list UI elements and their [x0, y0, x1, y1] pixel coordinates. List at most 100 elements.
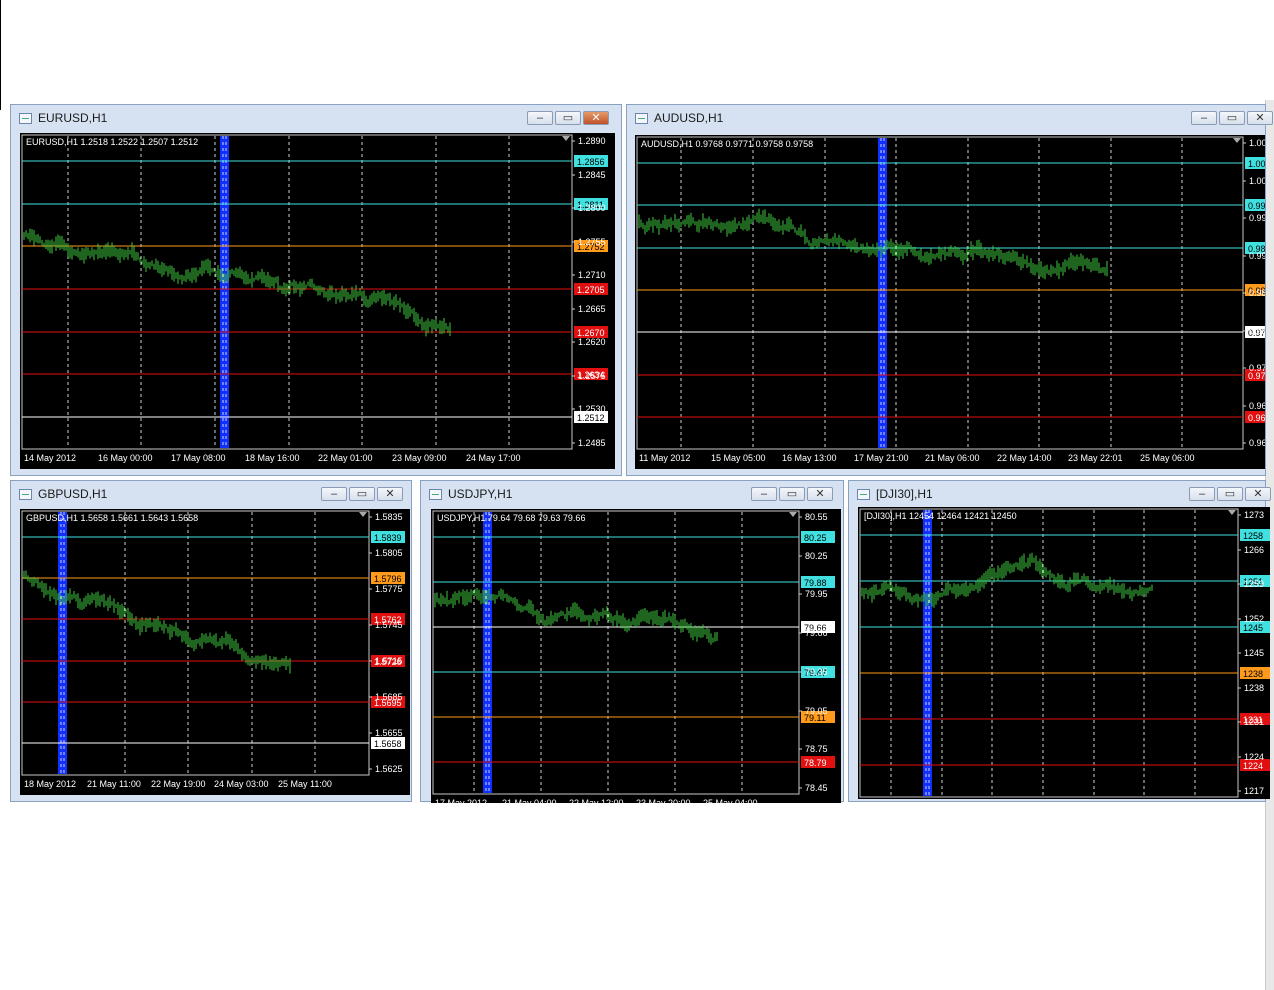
chart-shift-marker[interactable] — [1233, 138, 1241, 143]
y-tick-label: 1.2755 — [578, 237, 606, 247]
x-tick-label: 16 May 13:00 — [782, 453, 837, 463]
ohlc-readout: GBPUSD,H1 1.5658 1.5661 1.5643 1.5658 — [26, 513, 198, 523]
window-titlebar[interactable]: USDJPY,H1 – ▭ ✕ — [421, 481, 843, 507]
y-tick-label: 1.2710 — [578, 270, 606, 280]
price-chart[interactable]: 1.2856 1.2811 1.2752 1.2705 1.2670 1.2634 1.25… — [20, 133, 615, 469]
x-tick-label: 17 May 2012 — [435, 798, 487, 803]
chart-shift-marker[interactable] — [1228, 510, 1236, 515]
y-tick-label: 1259 — [1244, 579, 1264, 589]
window-title: GBPUSD,H1 — [38, 487, 108, 501]
minimize-button[interactable]: – — [527, 111, 553, 125]
y-tick-label: 1.2530 — [578, 404, 606, 414]
y-tick-label: 1224 — [1244, 752, 1264, 762]
y-tick-label: 80.55 — [805, 512, 828, 522]
y-tick-label: 1.5745 — [375, 620, 403, 630]
chart-shift-marker[interactable] — [562, 136, 570, 141]
level-price-label: 1.002 — [1248, 159, 1265, 169]
y-tick-label: 1.5655 — [375, 728, 403, 738]
chart-window-icon — [635, 113, 648, 124]
y-tick-label: 0.980 — [1249, 326, 1265, 336]
chart-canvas[interactable]: 1.28561.28111.27521.27051.26701.26341.25… — [20, 133, 615, 469]
window-titlebar[interactable]: AUDUSD,H1 – ▭ ✕ — [627, 105, 1273, 131]
highlight-band — [58, 512, 67, 774]
y-tick-label: 79.35 — [805, 667, 828, 677]
window-titlebar[interactable]: EURUSD,H1 – ▭ ✕ — [11, 105, 621, 131]
x-tick-label: 18 May 16:00 — [245, 453, 300, 463]
chart-shift-marker[interactable] — [789, 512, 797, 517]
ohlc-readout: AUDUSD,H1 0.9768 0.9771 0.9758 0.9758 — [641, 139, 813, 149]
y-tick-label: 1.007 — [1249, 138, 1265, 148]
level-price-label: 78.79 — [804, 758, 827, 768]
maximize-button[interactable]: ▭ — [555, 111, 581, 125]
maximize-button[interactable]: ▭ — [779, 487, 805, 501]
level-price-label: 1.5796 — [374, 574, 402, 584]
chart-canvas[interactable]: 1258125112451238123112241273126612591252… — [858, 507, 1270, 799]
y-tick-label: 1273 — [1244, 510, 1264, 520]
price-chart[interactable]: 1.0020.9960.9880.9800.9750.9740.9681.007… — [635, 135, 1265, 469]
close-button[interactable]: ✕ — [1245, 487, 1271, 501]
chart-window-eurusd[interactable]: EURUSD,H1 – ▭ ✕ 1.2856 1.2811 1.2752 1.2705… — [10, 104, 622, 476]
window-titlebar[interactable]: [DJI30],H1 – ▭ ✕ — [849, 481, 1271, 507]
x-tick-label: 24 May 17:00 — [466, 453, 521, 463]
y-tick-label: 79.05 — [805, 706, 828, 716]
y-tick-label: 1.5775 — [375, 584, 403, 594]
minimize-button[interactable]: – — [1191, 111, 1217, 125]
level-price-label: 1238 — [1243, 669, 1263, 679]
maximize-button[interactable]: ▭ — [349, 487, 375, 501]
chart-window-audusd[interactable]: AUDUSD,H1 – ▭ ✕ 1.0020.9960.9880.9800.97… — [626, 104, 1273, 476]
level-price-label: 1.2856 — [577, 157, 605, 167]
chart-canvas[interactable]: 80.2579.8879.6679.4779.1178.7980.5580.25… — [431, 509, 841, 803]
chart-window-icon — [857, 489, 870, 500]
x-tick-label: 17 May 08:00 — [171, 453, 226, 463]
price-chart[interactable]: 80.25 79.88 79.66 79.47 79.11 78.79 80.55 80.25… — [431, 509, 841, 803]
chart-window-dji30[interactable]: [DJI30],H1 – ▭ ✕ 1258 1251 1245 1238 1231 122… — [848, 480, 1271, 802]
chart-shift-marker[interactable] — [359, 512, 367, 517]
level-price-label: 1.5658 — [374, 739, 402, 749]
y-tick-label: 1.2485 — [578, 438, 606, 448]
x-tick-label: 23 May 22:01 — [1068, 453, 1123, 463]
level-price-label: 0.996 — [1248, 201, 1265, 211]
close-button[interactable]: ✕ — [583, 111, 609, 125]
y-tick-label: 79.95 — [805, 589, 828, 599]
chart-canvas[interactable]: 1.58391.57961.57621.57261.56951.56581.58… — [20, 509, 410, 795]
price-chart[interactable]: 1258 1251 1245 1238 1231 1224 1273 1266 1259 1252… — [858, 507, 1270, 799]
y-tick-label: 1.2665 — [578, 304, 606, 314]
level-price-label: 1.2705 — [577, 285, 605, 295]
close-button[interactable]: ✕ — [807, 487, 833, 501]
minimize-button[interactable]: – — [751, 487, 777, 501]
x-tick-label: 16 May 00:00 — [98, 453, 153, 463]
minimize-button[interactable]: – — [1189, 487, 1215, 501]
chart-window-icon — [19, 489, 32, 500]
y-tick-label: 0.975 — [1249, 363, 1265, 373]
price-chart[interactable]: 1.5839 1.5796 1.5762 1.5726 1.5695 1.5658 1.58… — [20, 509, 410, 795]
x-tick-label: 25 May 06:00 — [1140, 453, 1195, 463]
y-tick-label: 0.963 — [1249, 438, 1265, 448]
minimize-button[interactable]: – — [321, 487, 347, 501]
y-tick-label: 1.002 — [1249, 176, 1265, 186]
chart-window-usdjpy[interactable]: USDJPY,H1 – ▭ ✕ 80.25 79.88 79.66 79.47 79.1… — [420, 480, 844, 803]
x-tick-label: 25 May 04:00 — [703, 798, 758, 803]
y-tick-label: 1.5715 — [375, 656, 403, 666]
y-tick-label: 78.75 — [805, 744, 828, 754]
y-tick-label: 1245 — [1244, 648, 1264, 658]
maximize-button[interactable]: ▭ — [1219, 111, 1245, 125]
close-button[interactable]: ✕ — [1247, 111, 1273, 125]
x-tick-label: 15 May 05:00 — [711, 453, 766, 463]
y-tick-label: 1.2800 — [578, 203, 606, 213]
plot-frame — [859, 508, 1239, 798]
plot-frame — [636, 136, 1244, 450]
level-price-label: 0.968 — [1248, 413, 1265, 423]
y-tick-label: 1.2890 — [578, 136, 606, 146]
chart-canvas[interactable]: 1.0020.9960.9880.9800.9750.9740.9681.007… — [635, 135, 1265, 469]
y-tick-label: 1.2845 — [578, 170, 606, 180]
y-tick-label: 1252 — [1244, 614, 1264, 624]
window-titlebar[interactable]: GBPUSD,H1 – ▭ ✕ — [11, 481, 411, 507]
close-button[interactable]: ✕ — [377, 487, 403, 501]
y-tick-label: 1.5685 — [375, 692, 403, 702]
y-tick-label: 1217 — [1244, 786, 1264, 796]
highlight-band — [923, 510, 932, 796]
chart-window-gbpusd[interactable]: GBPUSD,H1 – ▭ ✕ 1.5839 1.5796 1.5762 1.5726… — [10, 480, 412, 802]
x-tick-label: 22 May 01:00 — [318, 453, 373, 463]
maximize-button[interactable]: ▭ — [1217, 487, 1243, 501]
y-tick-label: 80.25 — [805, 551, 828, 561]
